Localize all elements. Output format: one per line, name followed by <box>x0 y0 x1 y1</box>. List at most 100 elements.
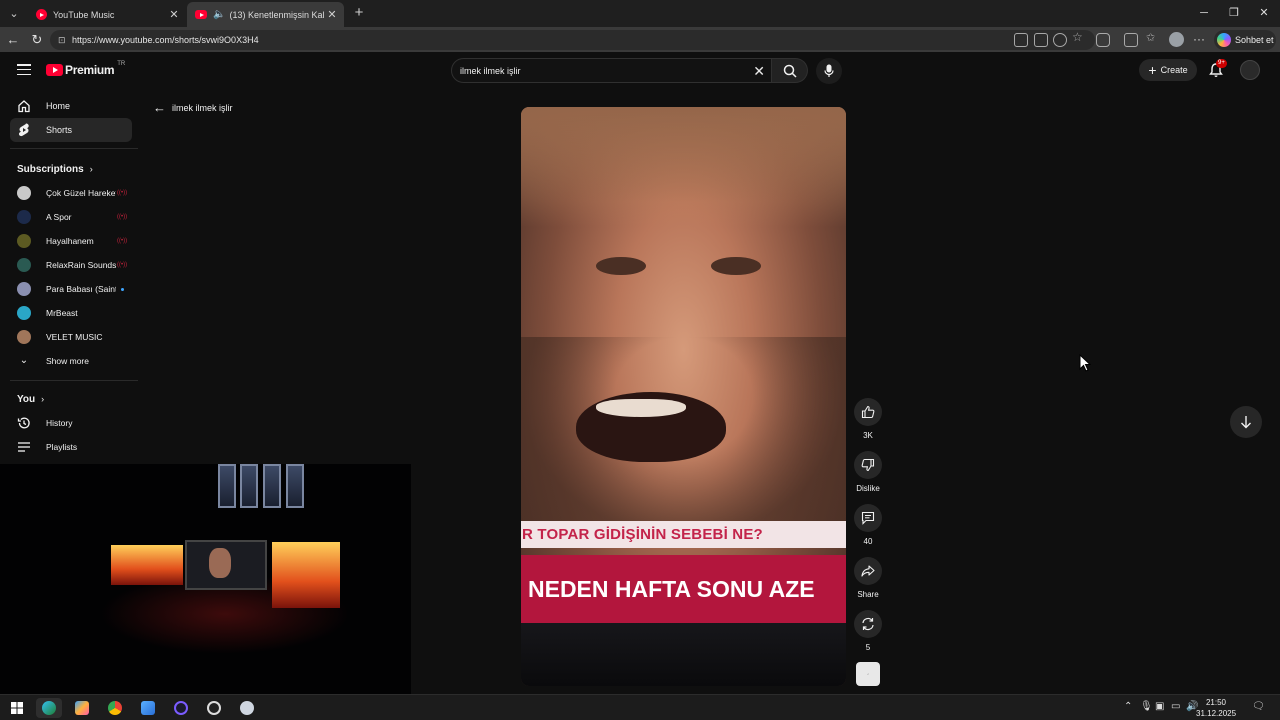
remix-button[interactable]: 5 <box>853 610 883 652</box>
next-video-button[interactable] <box>1230 406 1262 438</box>
copilot-icon <box>1217 33 1231 47</box>
favorite-star-icon[interactable]: ☆ <box>1072 30 1086 44</box>
microphone-icon <box>824 64 834 77</box>
close-tab-icon[interactable]: ✕ <box>324 8 340 21</box>
sidebar-divider <box>10 148 138 149</box>
subscription-item[interactable]: VELET MUSIC <box>17 326 135 348</box>
sidebar-item-label: Playlists <box>46 442 78 452</box>
search-input[interactable]: ilmek ilmek işlir ✕ <box>451 58 772 83</box>
account-avatar[interactable] <box>1240 60 1260 80</box>
microphone-tray-icon[interactable]: 🎙 <box>1140 701 1153 712</box>
dislike-label: Dislike <box>856 484 880 493</box>
media-app-icon[interactable] <box>168 698 194 718</box>
guide-menu-icon[interactable] <box>17 64 31 78</box>
close-tab-icon[interactable]: ✕ <box>166 8 182 21</box>
app-available-icon[interactable] <box>1014 33 1028 47</box>
subscriptions-heading[interactable]: Subscriptions › <box>17 164 93 175</box>
more-options-icon[interactable]: ··· <box>1193 32 1205 46</box>
chrome-app-icon[interactable] <box>102 698 128 718</box>
search-query-text: ilmek ilmek işlir <box>460 66 521 76</box>
back-icon[interactable]: ← <box>4 31 22 49</box>
sidebar-item-label: History <box>46 418 73 428</box>
browser-tab-youtube-music[interactable]: YouTube Music ✕ <box>28 2 186 27</box>
voice-search-button[interactable] <box>816 58 842 84</box>
notification-center-icon[interactable]: 🗨 <box>1252 701 1265 712</box>
network-icon[interactable]: ▭ <box>1171 701 1180 712</box>
copilot-button[interactable]: Sohbet et <box>1214 30 1276 50</box>
youtube-music-favicon-icon <box>36 9 47 20</box>
overlay-window-pane <box>286 464 304 508</box>
share-button[interactable]: Share <box>853 557 883 599</box>
dislike-button[interactable]: Dislike <box>853 451 883 493</box>
shorts-icon <box>18 123 29 137</box>
subscription-item[interactable]: RelaxRain Sounds ((•)) <box>17 254 135 276</box>
like-button[interactable]: 3K <box>853 398 883 440</box>
chevron-right-icon: › <box>41 394 45 404</box>
minimize-icon[interactable]: ─ <box>1188 0 1220 27</box>
zoom-icon[interactable] <box>1053 33 1067 47</box>
comments-button[interactable]: 40 <box>853 504 883 546</box>
system-clock[interactable]: 21:50 31.12.2025 <box>1196 697 1236 719</box>
sidebar-item-history[interactable]: History <box>17 412 135 434</box>
app-shortcut-icon[interactable] <box>234 698 260 718</box>
browser-essentials-icon[interactable] <box>1124 33 1138 47</box>
sidebar-item-playlists[interactable]: Playlists <box>17 436 135 458</box>
subscription-item[interactable]: Para Babası (Saint) <box>17 278 135 300</box>
overlay-window-pane <box>218 464 236 508</box>
edge-browser-icon[interactable] <box>36 698 62 718</box>
youtube-premium-logo[interactable]: Premium TR <box>46 61 126 77</box>
tab-actions-menu-icon[interactable]: ⌄ <box>3 3 25 23</box>
youtube-play-icon <box>46 64 63 76</box>
mouse-cursor-icon <box>1079 354 1091 372</box>
channel-avatar <box>17 186 31 200</box>
subscription-item[interactable]: MrBeast <box>17 302 135 324</box>
profile-avatar[interactable] <box>1169 32 1184 47</box>
search-icon <box>783 64 797 78</box>
shorts-video-player[interactable]: R TOPAR GİDİŞİNİN SEBEBİ NE? NEDEN HAFTA… <box>521 107 846 686</box>
extensions-icon[interactable] <box>1096 33 1110 47</box>
browser-tab-active[interactable]: 🔈 (13) Kenetlenmişsin Kalbime İnle ✕ <box>187 2 344 27</box>
start-menu-icon[interactable] <box>4 698 30 718</box>
back-arrow-icon: ← <box>153 100 166 115</box>
new-tab-icon[interactable]: + <box>350 4 368 22</box>
clear-search-icon[interactable]: ✕ <box>753 59 765 83</box>
youtube-favicon-icon <box>195 10 207 19</box>
clock-date: 31.12.2025 <box>1196 709 1237 718</box>
back-to-search-button[interactable]: ← ilmek ilmek işlir <box>153 100 233 115</box>
refresh-icon[interactable]: ↻ <box>28 31 46 49</box>
sound-thumbnail[interactable]: ♪ <box>856 662 880 686</box>
copilot-label: Sohbet et <box>1235 35 1274 45</box>
restore-icon[interactable]: ❐ <box>1218 0 1250 27</box>
favorites-icon[interactable]: ✩ <box>1146 31 1160 45</box>
search-button[interactable] <box>772 58 808 83</box>
video-caption-main: NEDEN HAFTA SONU AZE <box>521 555 846 623</box>
subscription-item[interactable]: Çok Güzel Hareketler((•)) <box>17 182 135 204</box>
hidden-icons-chevron-icon[interactable]: ⌃ <box>1124 701 1132 712</box>
create-button[interactable]: + Create <box>1139 59 1197 81</box>
translate-icon[interactable] <box>1034 33 1048 47</box>
sidebar-item-shorts[interactable]: Shorts <box>10 118 132 142</box>
video-frame-eye <box>596 257 646 275</box>
speaker-icon[interactable]: 🔈 <box>213 9 225 20</box>
subscription-item[interactable]: Hayalhanem ((•)) <box>17 230 135 252</box>
subscription-item[interactable]: A Spor ((•)) <box>17 206 135 228</box>
video-caption-top: R TOPAR GİDİŞİNİN SEBEBİ NE? <box>521 521 846 548</box>
you-heading[interactable]: You › <box>17 394 44 405</box>
tab-title: (13) Kenetlenmişsin Kalbime İnle <box>229 9 324 20</box>
tray-app-icon[interactable]: ▣ <box>1155 701 1164 712</box>
address-bar[interactable]: ⊡ https://www.youtube.com/shorts/svwi9O0… <box>50 30 1095 50</box>
recorder-app-icon[interactable] <box>201 698 227 718</box>
overlay-fireplace-screen <box>272 542 340 608</box>
youtube-header: Premium TR ilmek ilmek işlir ✕ + Create 9… <box>0 54 1280 88</box>
thumbs-up-icon <box>861 405 875 419</box>
close-window-icon[interactable]: ✕ <box>1248 0 1280 27</box>
show-more-button[interactable]: ⌄ Show more <box>17 350 135 372</box>
channel-name: Hayalhanem <box>46 236 94 246</box>
sidebar-item-home[interactable]: Home <box>10 94 132 118</box>
copilot-app-icon[interactable] <box>69 698 95 718</box>
site-info-icon[interactable]: ⊡ <box>58 30 66 50</box>
utility-app-icon[interactable] <box>135 698 161 718</box>
region-code: TR <box>117 61 126 67</box>
overlay-window-pane <box>240 464 258 508</box>
logo-text: Premium <box>65 63 115 77</box>
